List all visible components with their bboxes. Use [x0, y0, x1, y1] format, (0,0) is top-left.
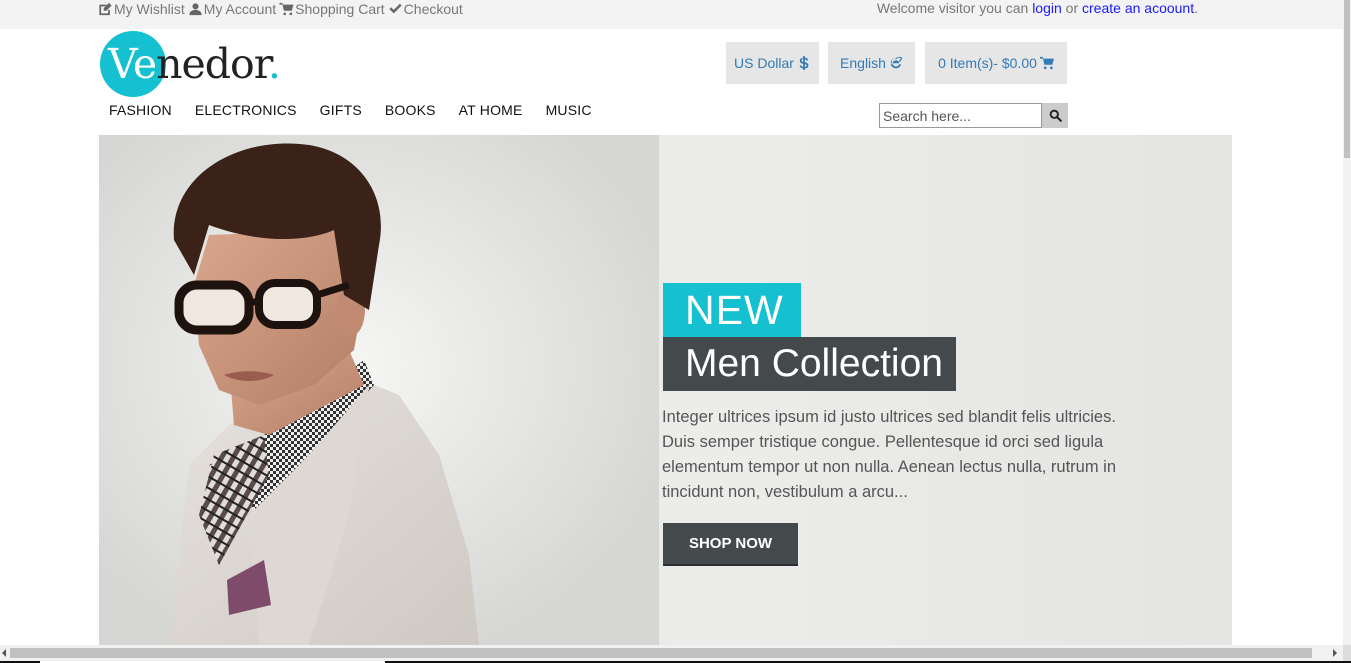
nav-item-books[interactable]: BOOKS — [385, 102, 436, 120]
search-box — [879, 103, 1068, 128]
top-links: My Wishlist My Account Shopping Cart Che… — [98, 0, 466, 17]
logo-accent-text: Ve — [108, 40, 157, 88]
cart-link[interactable]: Shopping Cart — [279, 1, 385, 17]
search-icon — [1049, 109, 1062, 122]
welcome-text: Welcome visitor you can login or create … — [877, 0, 1198, 17]
welcome-prefix: Welcome visitor you can — [876, 0, 1033, 16]
wishlist-link[interactable]: My Wishlist — [98, 1, 185, 17]
account-link[interactable]: My Account — [188, 1, 276, 17]
main-nav: FASHION ELECTRONICS GIFTS BOOKS AT HOME … — [109, 102, 615, 120]
logo-text: Venedor. — [108, 40, 281, 88]
edit-icon — [99, 2, 112, 15]
dollar-icon — [799, 56, 809, 70]
nav-item-electronics[interactable]: ELECTRONICS — [195, 102, 297, 120]
horizontal-scroll-thumb[interactable] — [10, 648, 1312, 658]
cart-summary-label: 0 Item(s)- $0.00 — [938, 55, 1037, 71]
search-button[interactable] — [1042, 103, 1068, 128]
hero-model-image — [99, 135, 659, 645]
vertical-scrollbar[interactable] — [1343, 0, 1351, 645]
cart-icon — [279, 2, 294, 15]
currency-button[interactable]: US Dollar — [726, 42, 819, 84]
search-input[interactable] — [879, 103, 1042, 128]
welcome-suffix: . — [1194, 0, 1198, 16]
check-icon — [389, 3, 402, 13]
create-account-link[interactable]: create an acoount — [1082, 0, 1194, 16]
language-button[interactable]: English — [828, 42, 915, 84]
scrollbar-corner — [1343, 645, 1351, 661]
wishlist-label: My Wishlist — [114, 0, 185, 17]
nav-item-gifts[interactable]: GIFTS — [320, 102, 362, 120]
login-link[interactable]: login — [1032, 0, 1062, 16]
scroll-left-arrow-icon[interactable] — [2, 649, 6, 657]
nav-item-at-home[interactable]: AT HOME — [459, 102, 523, 120]
user-icon — [189, 2, 202, 15]
hero-badge-new: NEW — [663, 283, 801, 337]
nav-item-music[interactable]: MUSIC — [546, 102, 592, 120]
scroll-right-arrow-icon[interactable] — [1333, 649, 1337, 657]
currency-label: US Dollar — [734, 55, 794, 71]
internet-explorer-icon — [890, 56, 902, 69]
hero-description: Integer ultrices ipsum id justo ultrices… — [662, 408, 1117, 501]
checkout-link[interactable]: Checkout — [388, 1, 463, 17]
top-bar: My Wishlist My Account Shopping Cart Che… — [0, 0, 1343, 29]
site-logo[interactable]: Venedor. — [100, 31, 300, 97]
language-label: English — [840, 55, 886, 71]
logo-dot: . — [267, 40, 281, 88]
logo-main-text: nedor — [156, 40, 269, 88]
shopping-cart-icon — [1039, 56, 1054, 70]
vertical-scroll-thumb[interactable] — [1344, 0, 1350, 158]
hero-title: Men Collection — [663, 337, 956, 391]
cart-summary-button[interactable]: 0 Item(s)- $0.00 — [925, 42, 1067, 84]
checkout-label: Checkout — [403, 0, 463, 17]
account-label: My Account — [203, 0, 277, 17]
shop-now-button[interactable]: SHOP NOW — [663, 523, 798, 566]
nav-item-fashion[interactable]: FASHION — [109, 102, 172, 120]
welcome-or: or — [1061, 0, 1083, 16]
cart-label: Shopping Cart — [295, 0, 385, 17]
horizontal-scrollbar[interactable] — [0, 645, 1343, 661]
